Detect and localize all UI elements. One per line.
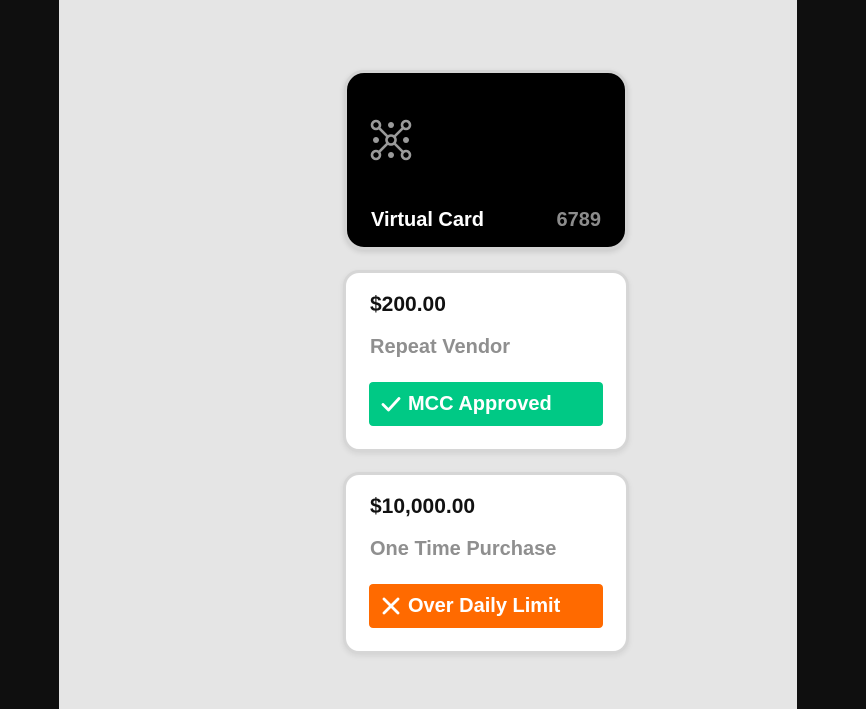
transaction-card[interactable]: $200.00 Repeat Vendor MCC Approved: [343, 270, 629, 452]
x-icon: [382, 597, 400, 615]
transaction-description: One Time Purchase: [370, 538, 557, 560]
card-last4: 6789: [556, 209, 602, 231]
transaction-description: Repeat Vendor: [370, 336, 511, 358]
cluster-dots-icon: [370, 119, 412, 161]
transaction-card[interactable]: $10,000.00 One Time Purchase Over Daily …: [343, 472, 629, 654]
status-label: MCC Approved: [408, 392, 552, 415]
virtual-card[interactable]: Virtual Card 6789: [344, 70, 628, 250]
card-stack: Virtual Card 6789 $200.00 Repeat Vendor …: [343, 70, 629, 654]
card-label: Virtual Card: [371, 209, 484, 231]
transaction-amount: $200.00: [370, 293, 446, 316]
canvas: Virtual Card 6789 $200.00 Repeat Vendor …: [59, 0, 797, 709]
checkmark-icon: [381, 397, 401, 412]
status-badge: MCC Approved: [369, 382, 603, 426]
status-label: Over Daily Limit: [408, 594, 561, 617]
status-badge: Over Daily Limit: [369, 584, 603, 628]
transaction-amount: $10,000.00: [370, 495, 476, 518]
